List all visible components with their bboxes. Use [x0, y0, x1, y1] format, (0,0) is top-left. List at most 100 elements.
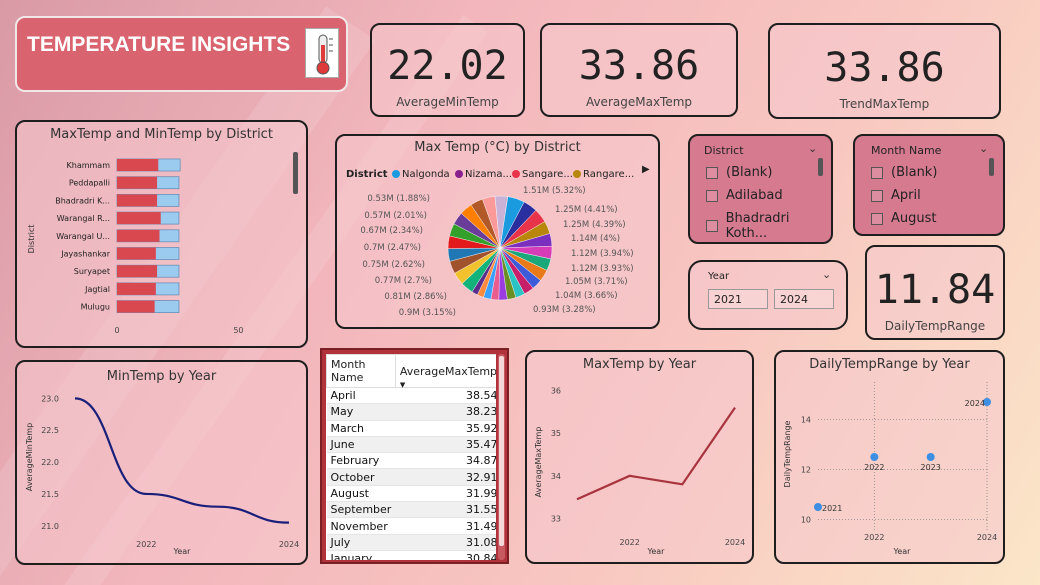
bar-mintemp — [117, 212, 161, 225]
bar-mintemp — [117, 176, 158, 189]
category-label: Bhadradri K... — [55, 196, 110, 205]
slicer-option[interactable]: August — [871, 211, 937, 226]
kpi-label: AverageMaxTemp — [585, 95, 693, 109]
checkbox[interactable] — [871, 189, 883, 202]
table-scroll-track — [498, 354, 505, 560]
cell-month: October — [326, 468, 396, 486]
district-bar-chart: Khammam Peddapalli Bhadradri K... Warangal … — [27, 158, 244, 335]
table-row[interactable]: April 38.54 — [326, 387, 496, 405]
cell-month: July — [326, 534, 396, 551]
sort-desc-icon[interactable]: ▼ — [400, 381, 405, 389]
min-temp-by-year-card: MinTemp by Year 23.0 22.5 22.0 21.5 21.0 2022… — [15, 360, 308, 565]
kpi-value: 11.84 — [874, 267, 996, 313]
data-label: 1.51M (5.32%) — [523, 186, 586, 196]
daily-range-by-year-card: DailyTempRange by Year 14 12 10 2022 2024 202… — [774, 350, 1005, 564]
year-from-input[interactable]: 2021 — [708, 289, 768, 309]
kpi-value: 33.86 — [824, 45, 945, 91]
kpi-card-average-max-temp: 33.86 AverageMaxTemp — [540, 23, 738, 117]
table-row[interactable]: November 31.49 — [326, 517, 496, 535]
slicer-option[interactable]: Bhadradri Koth... — [706, 211, 831, 241]
legend-next-arrow[interactable]: ▶ — [642, 164, 650, 175]
slicer-option[interactable]: (Blank) — [706, 165, 772, 180]
cell-month: May — [326, 403, 396, 421]
data-label: 0.77M (2.7%) — [375, 276, 432, 286]
table-row[interactable]: October 32.91 — [326, 468, 496, 486]
chevron-down-icon[interactable]: ⌄ — [822, 268, 831, 281]
max-temp-by-year-card: MaxTemp by Year 36 35 34 33 2022 2024 Year Av… — [525, 350, 754, 564]
slicer-option[interactable]: (Blank) — [871, 165, 937, 180]
x-tick-label: 50 — [233, 326, 243, 335]
legend-dot — [512, 170, 520, 178]
cell-value: 34.87 — [395, 452, 496, 470]
bar-mintemp — [117, 300, 155, 313]
checkbox[interactable] — [871, 166, 883, 179]
checkbox[interactable] — [706, 166, 718, 179]
chevron-down-icon[interactable]: ⌄ — [808, 142, 817, 155]
x-tick-label: 2024 — [977, 533, 997, 542]
table-row[interactable]: February 34.87 — [326, 452, 496, 470]
district-slicer: District ⌄ (Blank) Adilabad Bhadradri Ko… — [688, 134, 833, 244]
kpi-label: DailyTempRange — [884, 319, 986, 333]
series-line — [576, 406, 736, 501]
checkbox[interactable] — [706, 189, 718, 202]
cell-month: August — [326, 485, 396, 503]
scrollbar[interactable] — [818, 158, 823, 176]
y-tick-label: 14 — [801, 416, 811, 425]
checkbox[interactable] — [871, 212, 883, 225]
table-row[interactable]: July 31.08 — [326, 534, 496, 551]
bar-mintemp — [117, 282, 156, 295]
checkbox[interactable] — [706, 220, 718, 232]
slicer-option[interactable]: April — [871, 188, 921, 203]
table-row[interactable]: August 31.99 — [326, 485, 496, 503]
option-label: (Blank) — [726, 165, 773, 180]
bar-mintemp — [117, 265, 158, 278]
daily-range-scatter-chart: 14 12 10 2022 2024 2021 2022 2023 2024 Year Dail… — [783, 382, 997, 556]
y-tick-label: 12 — [801, 466, 811, 475]
category-label: Warangal R... — [57, 214, 110, 223]
legend-label: Nalgonda — [402, 169, 450, 180]
legend-label: Sangare... — [522, 169, 573, 180]
y-tick-label: 21.5 — [41, 490, 59, 499]
cell-month: June — [326, 436, 396, 454]
y-tick-label: 22.5 — [41, 426, 59, 435]
cell-value: 31.55 — [395, 501, 496, 519]
point-label: 2024 — [965, 399, 985, 408]
data-label: 1.12M (3.93%) — [571, 264, 634, 274]
scrollbar[interactable] — [499, 356, 504, 546]
cell-value: 31.49 — [395, 517, 496, 535]
data-label: 0.75M (2.62%) — [362, 260, 425, 270]
data-label: 1.25M (4.39%) — [563, 220, 626, 230]
slicer-option[interactable]: Adilabad — [706, 188, 783, 203]
column-header-month[interactable]: Month Name — [326, 354, 396, 388]
y-tick-label: 36 — [551, 387, 561, 396]
table-row[interactable]: June 35.47 — [326, 436, 496, 454]
data-label: 0.81M (2.86%) — [384, 292, 447, 302]
category-label: Suryapet — [74, 267, 110, 276]
scrollbar[interactable] — [293, 152, 298, 194]
pie-chart-card: Max Temp (°C) by District District Nalgo… — [335, 134, 660, 329]
legend-label: Nizama... — [465, 169, 512, 180]
y-tick-label: 35 — [551, 429, 561, 438]
legend-label: Rangare... — [583, 169, 634, 180]
column-header-avg-max[interactable]: AverageMaxTemp ▼ — [394, 354, 496, 389]
cell-value: 38.23 — [395, 403, 496, 421]
table-row[interactable]: September 31.55 — [326, 501, 496, 519]
category-label: Peddapalli — [69, 179, 110, 188]
scrollbar[interactable] — [989, 158, 994, 176]
dashboard-title-banner: TEMPERATURE INSIGHTS — [15, 16, 348, 92]
cell-value: 38.54 — [395, 387, 496, 405]
table-row[interactable]: January 30.84 — [326, 550, 496, 560]
x-tick-label: 2022 — [136, 540, 156, 549]
category-label: Jagtial — [84, 285, 110, 294]
table-row[interactable]: March 35.92 — [326, 420, 496, 437]
chevron-down-icon[interactable]: ⌄ — [979, 142, 988, 155]
table-row[interactable]: May 38.23 — [326, 403, 496, 421]
data-label: 1.14M (4%) — [571, 234, 620, 244]
data-label: 0.93M (3.28%) — [533, 305, 596, 315]
district-bar-chart-card: MaxTemp and MinTemp by District Khammam P… — [15, 120, 308, 348]
data-label: 0.67M (2.34%) — [360, 226, 423, 236]
kpi-value: 22.02 — [387, 43, 508, 89]
y-axis-label: District — [27, 225, 36, 254]
legend-dot — [455, 170, 463, 178]
year-to-input[interactable]: 2024 — [774, 289, 834, 309]
